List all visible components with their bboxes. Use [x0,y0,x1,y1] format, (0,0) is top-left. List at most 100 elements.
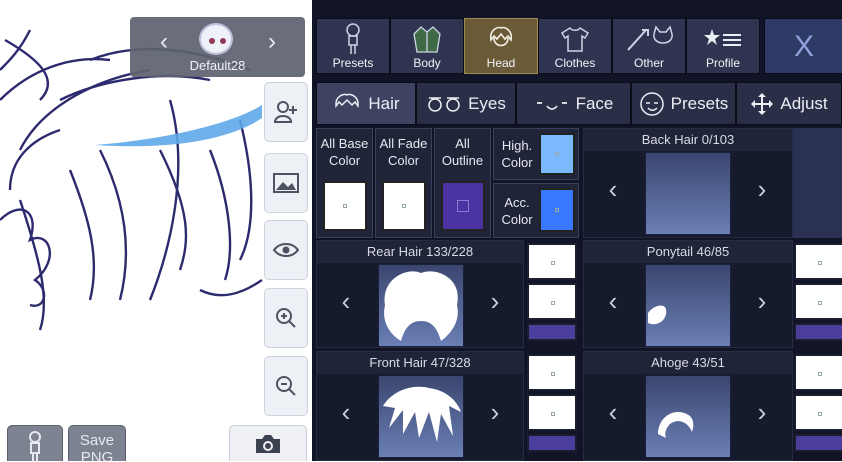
all-fade-color-swatch[interactable] [382,181,426,231]
back-hair-title: Back Hair 0/103 [584,129,792,151]
image-icon [273,173,299,193]
save-png-button[interactable]: Save PNG [68,425,126,461]
ahoge-next-icon[interactable]: › [749,397,775,427]
character-name: Default28 [189,58,246,73]
back-hair-next-icon[interactable]: › [749,174,775,204]
tab-adjust[interactable]: Adjust [736,82,842,125]
visibility-button[interactable] [264,220,308,280]
shirt-icon [560,26,590,52]
ahoge-title: Ahoge 43/51 [584,352,792,374]
tab-face[interactable]: Face [516,82,631,125]
all-fade-color-box[interactable]: All Fade Color [375,128,432,238]
back-hair-preview[interactable] [645,152,731,235]
category-label: Profile [705,56,740,70]
close-button[interactable]: X [764,18,842,74]
ponytail-thumbnail [648,305,667,325]
ahoge-thumbnail [658,412,694,438]
category-profile[interactable]: Profile [686,18,760,74]
ponytail-prev-icon[interactable]: ‹ [600,286,626,316]
camera-icon [256,435,280,453]
zoom-in-icon [276,308,296,328]
ponytail-color-1[interactable] [794,243,842,280]
ahoge-color-2[interactable] [794,394,842,431]
sword-cat-icon [627,25,673,51]
background-button[interactable] [264,153,308,213]
ponytail-color-2[interactable] [794,283,842,320]
front-hair-color-1[interactable] [527,354,577,391]
next-character-icon[interactable]: › [260,27,284,57]
rear-hair-prev-icon[interactable]: ‹ [333,286,359,316]
tab-label: Adjust [780,93,828,113]
person-icon [346,23,360,54]
ponytail-next-icon[interactable]: › [749,286,775,316]
move-icon [751,92,774,115]
front-hair-outline-color[interactable] [527,434,577,452]
tab-label: Hair [368,93,400,113]
acc-color-swatch[interactable] [539,188,575,232]
high-color-box[interactable]: High. Color [493,128,579,180]
high-color-label: High. Color [501,138,533,170]
person-icon [29,431,41,461]
ahoge-selector: Ahoge 43/51 ‹ › [583,351,793,461]
category-body[interactable]: Body [390,18,464,74]
high-color-swatch[interactable] [539,133,575,175]
prev-character-icon[interactable]: ‹ [152,27,176,57]
pose-button[interactable] [7,425,63,461]
zoom-in-button[interactable] [264,288,308,348]
ahoge-outline-color[interactable] [794,434,842,452]
rear-hair-thumbnail [384,271,458,341]
tab-presets[interactable]: Presets [631,82,736,125]
zoom-out-button[interactable] [264,356,308,416]
back-hair-selector: Back Hair 0/103 ‹ › [583,128,793,238]
tab-label: Eyes [468,93,506,113]
all-outline-swatch[interactable] [441,181,485,231]
category-label: Body [413,56,441,70]
ponytail-preview[interactable] [645,264,731,347]
back-hair-prev-icon[interactable]: ‹ [600,174,626,204]
rear-hair-next-icon[interactable]: › [482,286,508,316]
all-base-color-swatch[interactable] [323,181,367,231]
tab-hair[interactable]: Hair [316,82,416,125]
front-hair-next-icon[interactable]: › [482,397,508,427]
category-label: Presets [332,56,374,70]
acc-color-label: Acc. Color [501,195,533,227]
rear-hair-color-1[interactable] [527,243,577,280]
tab-eyes[interactable]: Eyes [416,82,516,125]
add-character-button[interactable] [264,82,308,142]
eyes-icon [428,96,460,112]
category-label: Head [486,56,516,70]
ahoge-color-1[interactable] [794,354,842,391]
all-base-color-box[interactable]: All Base Color [316,128,373,238]
front-hair-color-2[interactable] [527,394,577,431]
hair-icon [335,93,360,108]
tab-label: Face [575,93,614,113]
category-label: Other [633,56,664,70]
character-selector: ‹ › Default28 [130,17,305,77]
add-person-icon [273,101,297,123]
ponytail-title: Ponytail 46/85 [584,241,792,263]
category-other[interactable]: Other [612,18,686,74]
ponytail-outline-color[interactable] [794,323,842,341]
camera-button[interactable] [229,425,307,461]
front-hair-title: Front Hair 47/328 [317,352,523,374]
rear-hair-color-2[interactable] [527,283,577,320]
jacket-icon [413,26,441,53]
front-hair-prev-icon[interactable]: ‹ [333,397,359,427]
all-outline-color-box[interactable]: All Outline [434,128,491,238]
category-presets[interactable]: Presets [316,18,390,74]
acc-color-box[interactable]: Acc. Color [493,183,579,238]
ahoge-preview[interactable] [645,375,731,458]
all-fade-color-label: All Fade Color [379,136,428,168]
rear-hair-preview[interactable] [378,264,464,347]
ahoge-prev-icon[interactable]: ‹ [600,397,626,427]
rear-hair-title: Rear Hair 133/228 [317,241,523,263]
category-clothes[interactable]: Clothes [538,18,612,74]
category-label: Clothes [554,56,596,70]
character-stage[interactable]: ‹ › Default28 Save PNG [0,0,312,461]
front-hair-preview[interactable] [378,375,464,458]
category-head[interactable]: Head [464,18,538,74]
front-hair-thumbnail [383,386,461,442]
tab-label: Presets [670,93,729,113]
hair-icon [489,26,513,47]
rear-hair-outline-color[interactable] [527,323,577,341]
